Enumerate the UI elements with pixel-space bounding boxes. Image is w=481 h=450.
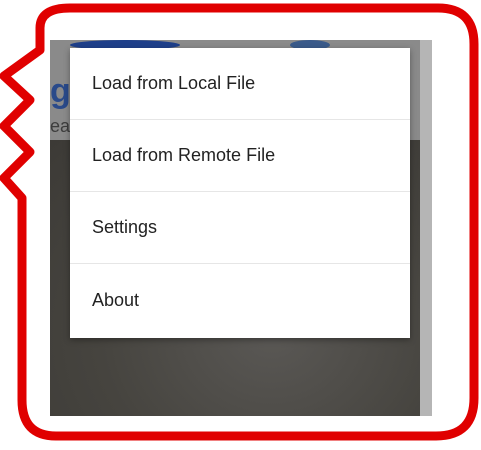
app-subtitle-text: ea — [50, 116, 71, 136]
menu-item-label: Settings — [92, 217, 158, 237]
overflow-menu: Load from Local File Load from Remote Fi… — [70, 48, 410, 338]
scrollbar[interactable] — [420, 40, 432, 416]
menu-item-settings[interactable]: Settings — [70, 192, 410, 264]
menu-item-label: Load from Local File — [92, 73, 256, 93]
app-logo-text: g — [50, 72, 71, 110]
screenshot-stage: g ea Load from Local File Load from Remo… — [0, 0, 481, 450]
menu-item-about[interactable]: About — [70, 264, 410, 336]
menu-item-label: About — [92, 289, 140, 310]
menu-item-label: Load from Remote File — [92, 145, 276, 165]
menu-item-load-local-file[interactable]: Load from Local File — [70, 48, 410, 120]
menu-item-load-remote-file[interactable]: Load from Remote File — [70, 120, 410, 192]
